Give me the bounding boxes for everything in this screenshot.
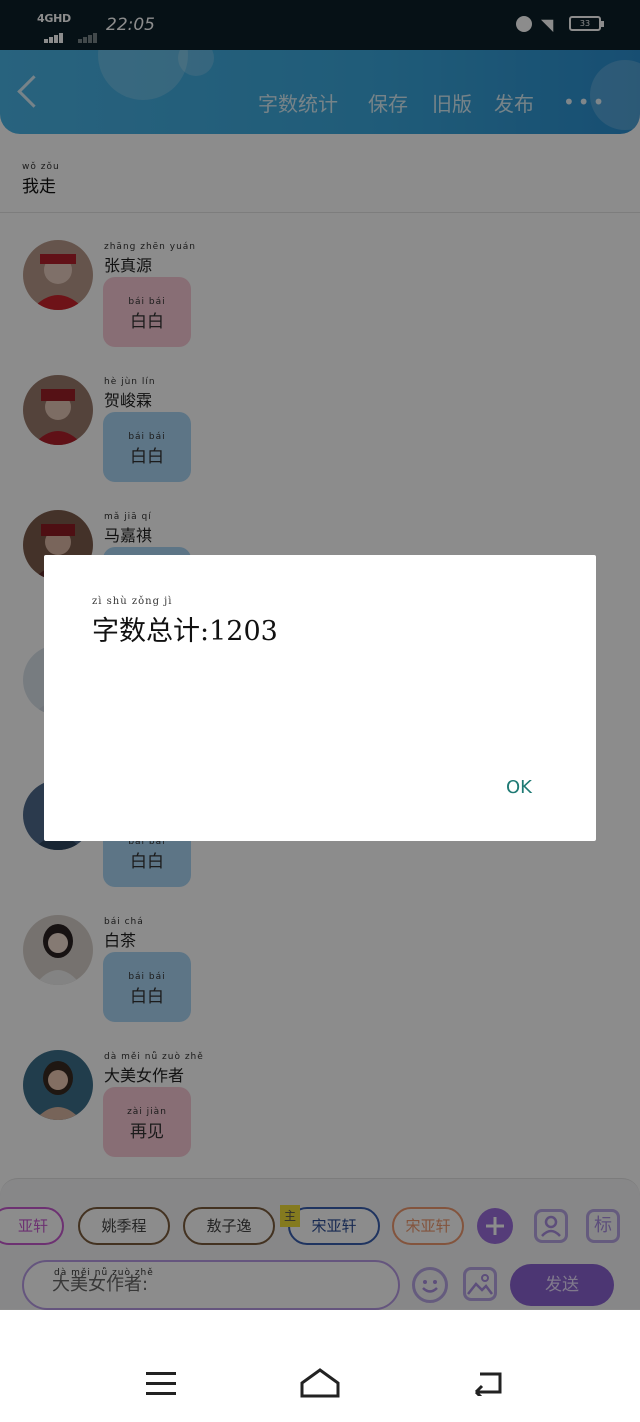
system-nav-bar [0,1310,640,1422]
ok-button[interactable]: OK [506,777,532,798]
menu-icon[interactable] [146,1372,176,1402]
dialog-message-pinyin: zì shù zǒng jì [92,596,173,607]
dialog-message-text: 字数总计:1203 [92,616,278,647]
word-count-dialog: zì shù zǒng jì 字数总计:1203 OK [44,555,596,841]
home-icon[interactable] [300,1368,340,1398]
back-icon[interactable] [472,1370,504,1400]
dialog-message: zì shù zǒng jì 字数总计:1203 [92,597,278,648]
